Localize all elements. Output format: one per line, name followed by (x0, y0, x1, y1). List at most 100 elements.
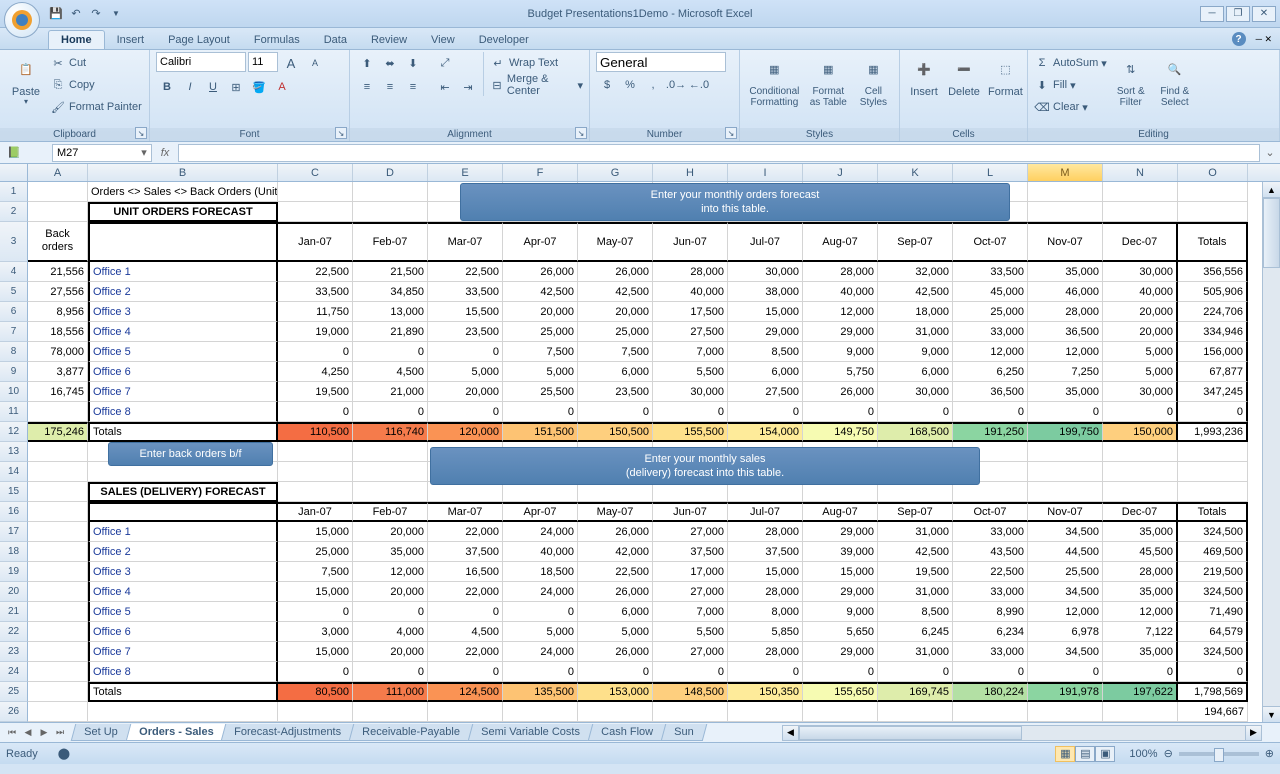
align-left-button[interactable]: ≡ (356, 76, 378, 98)
col-header-g[interactable]: G (578, 164, 653, 181)
cell[interactable]: 3,000 (278, 622, 353, 642)
cell[interactable] (1103, 702, 1178, 722)
cell[interactable]: 0 (503, 402, 578, 422)
cell[interactable]: Feb-07 (353, 222, 428, 262)
cell[interactable]: 37,500 (428, 542, 503, 562)
sheet-tab[interactable]: Semi Variable Costs (468, 724, 593, 741)
cell[interactable]: 5,000 (578, 622, 653, 642)
cell[interactable] (28, 402, 88, 422)
sheet-tab[interactable]: Receivable-Payable (349, 724, 473, 741)
cell[interactable]: 0 (1028, 662, 1103, 682)
row-header-10[interactable]: 10 (0, 382, 28, 402)
cell[interactable]: 24,000 (503, 642, 578, 662)
cell[interactable]: 0 (353, 662, 428, 682)
row-header-4[interactable]: 4 (0, 262, 28, 282)
cell[interactable] (28, 482, 88, 502)
cell[interactable]: Office 1 (88, 262, 278, 282)
cell[interactable]: 42,500 (578, 282, 653, 302)
cell[interactable] (953, 482, 1028, 502)
tab-page-layout[interactable]: Page Layout (156, 31, 242, 49)
cell[interactable] (878, 702, 953, 722)
delete-cells-button[interactable]: ➖Delete (946, 52, 982, 100)
cell[interactable]: 20,000 (353, 582, 428, 602)
cell[interactable]: 5,500 (653, 622, 728, 642)
cell[interactable]: Feb-07 (353, 502, 428, 522)
cell[interactable]: 12,000 (953, 342, 1028, 362)
row-header-5[interactable]: 5 (0, 282, 28, 302)
cell[interactable] (428, 482, 503, 502)
cell[interactable] (278, 482, 353, 502)
cell[interactable]: 5,000 (503, 362, 578, 382)
cell[interactable]: 20,000 (1103, 302, 1178, 322)
cell[interactable]: 469,500 (1178, 542, 1248, 562)
insert-cells-button[interactable]: ➕Insert (906, 52, 942, 100)
sheet-tab[interactable]: Cash Flow (588, 724, 667, 741)
cell[interactable]: 150,500 (578, 422, 653, 442)
cell[interactable]: 34,500 (1028, 642, 1103, 662)
cell[interactable]: 148,500 (653, 682, 728, 702)
cell[interactable]: 19,000 (278, 322, 353, 342)
row-header-11[interactable]: 11 (0, 402, 28, 422)
cell[interactable]: 8,956 (28, 302, 88, 322)
cell[interactable]: Office 6 (88, 362, 278, 382)
cell[interactable]: 19,500 (278, 382, 353, 402)
cell[interactable]: 35,000 (1028, 382, 1103, 402)
cell[interactable] (28, 602, 88, 622)
cell[interactable]: 0 (1028, 402, 1103, 422)
cell[interactable]: 15,500 (428, 302, 503, 322)
cell[interactable]: 169,745 (878, 682, 953, 702)
cell[interactable] (953, 702, 1028, 722)
cell[interactable]: 42,500 (878, 542, 953, 562)
cell[interactable]: 8,500 (728, 342, 803, 362)
col-header-e[interactable]: E (428, 164, 503, 181)
cell[interactable]: Sep-07 (878, 222, 953, 262)
cell[interactable]: 16,500 (428, 562, 503, 582)
cell[interactable] (653, 702, 728, 722)
cell[interactable]: 0 (1178, 402, 1248, 422)
font-color-button[interactable]: A (271, 76, 293, 98)
cell[interactable]: 15,000 (278, 642, 353, 662)
cell[interactable]: 168,500 (878, 422, 953, 442)
cell[interactable]: 6,978 (1028, 622, 1103, 642)
cell[interactable]: Aug-07 (803, 502, 878, 522)
cell[interactable]: 28,000 (1103, 562, 1178, 582)
cell[interactable]: 36,500 (953, 382, 1028, 402)
cell[interactable]: 27,556 (28, 282, 88, 302)
cell[interactable]: 26,000 (578, 262, 653, 282)
increase-decimal-button[interactable]: .0→ (665, 74, 687, 96)
tab-insert[interactable]: Insert (105, 31, 157, 49)
row-header-9[interactable]: 9 (0, 362, 28, 382)
col-header-i[interactable]: I (728, 164, 803, 181)
tab-home[interactable]: Home (48, 30, 105, 49)
cell[interactable]: 334,946 (1178, 322, 1248, 342)
cell[interactable]: Office 2 (88, 282, 278, 302)
cell[interactable]: 4,250 (278, 362, 353, 382)
cell[interactable]: Jul-07 (728, 502, 803, 522)
cell[interactable]: 15,000 (728, 302, 803, 322)
cell[interactable]: 24,000 (503, 522, 578, 542)
cell[interactable]: 6,000 (878, 362, 953, 382)
row-header-3[interactable]: 3 (0, 222, 28, 262)
bold-button[interactable]: B (156, 76, 178, 98)
cell[interactable]: 38,000 (728, 282, 803, 302)
cell[interactable]: 29,000 (803, 582, 878, 602)
cell[interactable]: 197,622 (1103, 682, 1178, 702)
cell[interactable]: 17,000 (653, 562, 728, 582)
cell[interactable]: 219,500 (1178, 562, 1248, 582)
cell[interactable]: 25,000 (503, 322, 578, 342)
cell[interactable]: 153,000 (578, 682, 653, 702)
clear-button[interactable]: ⌫Clear ▾ (1034, 96, 1107, 118)
cell[interactable]: Nov-07 (1028, 222, 1103, 262)
cell[interactable] (728, 702, 803, 722)
comma-button[interactable]: , (642, 74, 664, 96)
cell[interactable]: 1,993,236 (1178, 422, 1248, 442)
cell[interactable] (28, 202, 88, 222)
font-name-input[interactable] (156, 52, 246, 72)
cell[interactable]: 0 (353, 342, 428, 362)
cell[interactable]: 0 (953, 402, 1028, 422)
sheet-tab[interactable]: Sun (661, 724, 707, 741)
cell[interactable]: 35,000 (1103, 582, 1178, 602)
cell[interactable]: 33,000 (953, 322, 1028, 342)
cell[interactable]: 7,000 (653, 602, 728, 622)
namebox-dropdown-icon[interactable]: ▾ (137, 146, 151, 159)
